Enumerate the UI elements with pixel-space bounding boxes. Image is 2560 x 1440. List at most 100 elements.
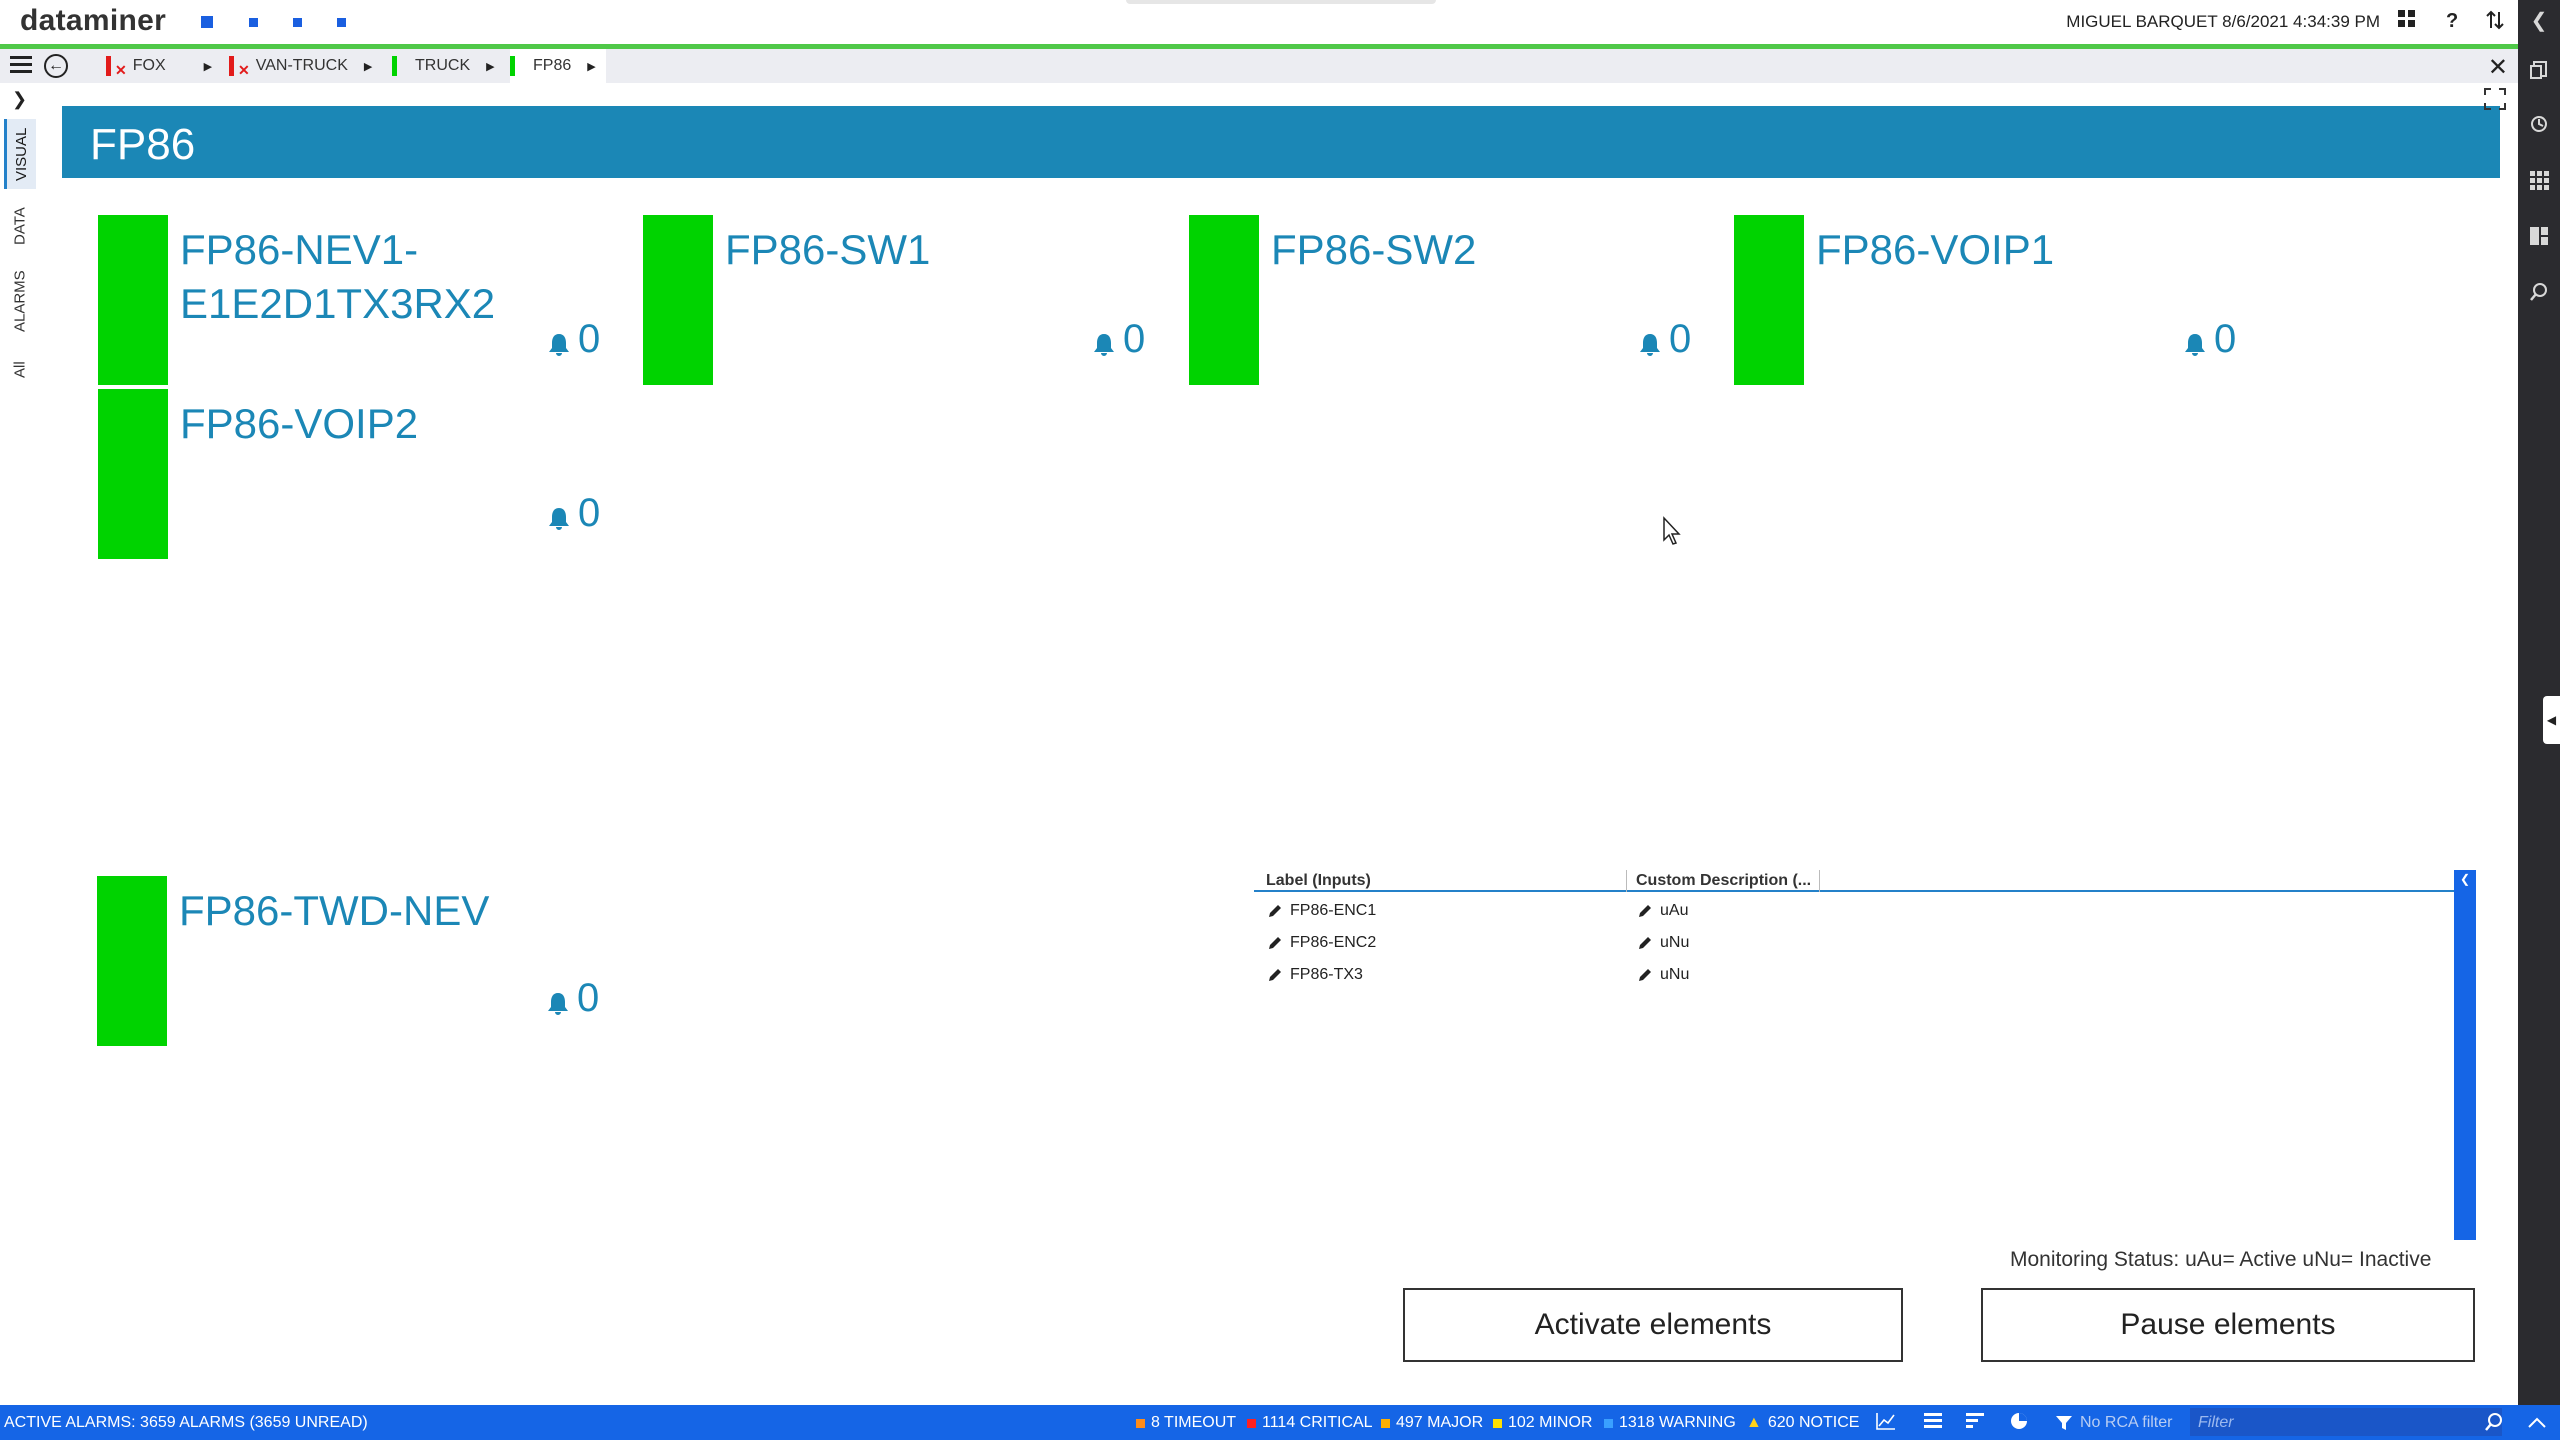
status-indicator: [229, 56, 234, 76]
table-row[interactable]: FP86-ENC2 uNu: [1254, 928, 2454, 960]
warning-triangle-icon: ▲: [1746, 1414, 1762, 1431]
tab-visual[interactable]: VISUAL: [4, 119, 36, 189]
breadcrumb-truck[interactable]: TRUCK ▶: [392, 49, 495, 83]
grid-apps-icon[interactable]: [2398, 10, 2416, 34]
collapse-left-icon[interactable]: ❮: [2518, 8, 2560, 33]
table-row[interactable]: FP86-TX3 uNu: [1254, 960, 2454, 992]
column-divider[interactable]: [1626, 870, 1627, 892]
element-tile[interactable]: FP86-SW1 0: [643, 215, 1153, 387]
chevron-right-icon[interactable]: ▶: [364, 60, 372, 73]
bell-icon: [1640, 334, 1660, 356]
popout-handle[interactable]: [1126, 0, 1436, 4]
severity-dot: [1493, 1418, 1502, 1428]
search-icon[interactable]: [2484, 1412, 2504, 1437]
element-name[interactable]: FP86-NEV1-E1E2D1TX3RX2: [180, 223, 495, 331]
side-tabs: ❯ VISUAL DATA ALARMS All: [0, 83, 40, 1405]
workspace-tab-1[interactable]: [201, 16, 213, 28]
expand-chevron-icon[interactable]: ❯: [12, 89, 27, 110]
chevron-right-icon[interactable]: ▶: [486, 60, 494, 73]
column-header-description[interactable]: Custom Description (...: [1636, 872, 1811, 890]
trend-chart-icon[interactable]: [1876, 1412, 1896, 1435]
close-icon[interactable]: ✕: [2488, 53, 2508, 82]
breadcrumb-label: TRUCK: [415, 57, 471, 74]
alarm-count-value: 0: [1669, 317, 1692, 361]
critical-counter[interactable]: 1114 CRITICAL: [1247, 1414, 1373, 1432]
pencil-icon[interactable]: [1268, 904, 1282, 918]
element-tile[interactable]: FP86-SW2 0: [1189, 215, 1699, 387]
apps-grid-icon[interactable]: [2518, 170, 2560, 196]
warning-counter[interactable]: 1318 WARNING: [1604, 1414, 1736, 1432]
rca-filter[interactable]: No RCA filter: [2056, 1414, 2172, 1432]
workspace-tab-4[interactable]: [337, 18, 346, 27]
element-tile[interactable]: FP86-VOIP2 0: [98, 389, 608, 561]
list-view-icon[interactable]: [1924, 1412, 1942, 1433]
search-icon[interactable]: [2518, 282, 2560, 308]
description-cell: uNu: [1638, 934, 1689, 952]
history-icon[interactable]: [2518, 114, 2560, 140]
cards-icon[interactable]: [2518, 60, 2560, 86]
pencil-icon[interactable]: [1638, 904, 1652, 918]
element-tile[interactable]: FP86-NEV1-E1E2D1TX3RX2 0: [98, 215, 608, 387]
element-name[interactable]: FP86-SW2: [1271, 223, 1476, 277]
breadcrumb-fp86[interactable]: FP86 ▶: [510, 49, 606, 83]
tab-data[interactable]: DATA: [4, 193, 36, 259]
timeout-counter[interactable]: 8 TIMEOUT: [1136, 1414, 1236, 1432]
element-tile[interactable]: FP86-VOIP1 0: [1734, 215, 2244, 387]
alarm-count[interactable]: 0: [1639, 317, 1691, 362]
alarm-count[interactable]: 0: [2184, 317, 2236, 362]
sort-lines-icon[interactable]: [1966, 1412, 1984, 1433]
workspace-tab-3[interactable]: [293, 18, 302, 27]
hamburger-icon[interactable]: [10, 56, 32, 76]
minor-counter[interactable]: 102 MINOR: [1493, 1414, 1592, 1432]
tab-all[interactable]: All: [4, 345, 36, 395]
layout-icon[interactable]: [2518, 226, 2560, 252]
element-name[interactable]: FP86-VOIP2: [180, 397, 418, 451]
table-row[interactable]: FP86-ENC1 uAu: [1254, 896, 2454, 928]
element-tile[interactable]: FP86-TWD-NEV 0: [97, 876, 607, 1048]
filter-input[interactable]: Filter: [2190, 1408, 2502, 1436]
top-bar: dataminer MIGUEL BARQUET 8/6/2021 4:34:3…: [0, 0, 2560, 44]
back-arrow-icon[interactable]: ←: [44, 54, 68, 78]
severity-dot: [1381, 1418, 1390, 1428]
activate-elements-button[interactable]: Activate elements: [1403, 1288, 1903, 1362]
sort-arrows-icon[interactable]: [2486, 10, 2504, 36]
column-divider[interactable]: [1819, 870, 1820, 892]
breadcrumb-fox[interactable]: ✕ FOX ▶: [106, 49, 212, 83]
notice-counter[interactable]: ▲ 620 NOTICE: [1746, 1414, 1859, 1432]
expand-up-icon[interactable]: [2528, 1412, 2546, 1433]
element-name[interactable]: FP86-SW1: [725, 223, 930, 277]
chevron-right-icon[interactable]: ▶: [587, 60, 595, 73]
tab-alarms[interactable]: ALARMS: [4, 259, 36, 343]
pie-chart-icon[interactable]: [2010, 1412, 2028, 1435]
input-description: uAu: [1660, 902, 1689, 919]
column-header-label[interactable]: Label (Inputs): [1266, 872, 1371, 890]
table-scrollbar[interactable]: ❮: [2454, 870, 2476, 1240]
pause-elements-button[interactable]: Pause elements: [1981, 1288, 2475, 1362]
alarm-count-value: 0: [578, 317, 601, 361]
scroll-collapse-icon[interactable]: ❮: [2460, 872, 2470, 886]
alarm-count[interactable]: 0: [547, 976, 599, 1021]
pencil-icon[interactable]: [1268, 968, 1282, 982]
mouse-cursor-icon: [1663, 516, 1681, 545]
bell-icon: [2185, 334, 2205, 356]
workspace-tab-2[interactable]: [249, 18, 258, 27]
pencil-icon[interactable]: [1268, 936, 1282, 950]
alarm-count[interactable]: 0: [548, 491, 600, 536]
breadcrumb-van-truck[interactable]: ✕ VAN-TRUCK ▶: [229, 49, 372, 83]
alarm-count[interactable]: 0: [548, 317, 600, 362]
element-name[interactable]: FP86-TWD-NEV: [179, 884, 489, 938]
inputs-table: Label (Inputs) Custom Description (... F…: [1254, 870, 2476, 1240]
pencil-icon[interactable]: [1638, 936, 1652, 950]
help-icon[interactable]: ?: [2446, 10, 2458, 33]
status-indicator: [106, 56, 111, 76]
major-counter[interactable]: 497 MAJOR: [1381, 1414, 1483, 1432]
pencil-icon[interactable]: [1638, 968, 1652, 982]
active-alarms-summary[interactable]: ACTIVE ALARMS: 3659 ALARMS (3659 UNREAD): [4, 1414, 368, 1432]
chevron-right-icon[interactable]: ▶: [204, 60, 212, 73]
element-name[interactable]: FP86-VOIP1: [1816, 223, 2054, 277]
alarm-count-value: 0: [577, 976, 600, 1020]
element-status-bar: [1189, 215, 1259, 385]
alarm-count[interactable]: 0: [1093, 317, 1145, 362]
fullscreen-icon[interactable]: [2484, 88, 2506, 110]
panel-collapse-handle[interactable]: ◀: [2543, 696, 2560, 744]
